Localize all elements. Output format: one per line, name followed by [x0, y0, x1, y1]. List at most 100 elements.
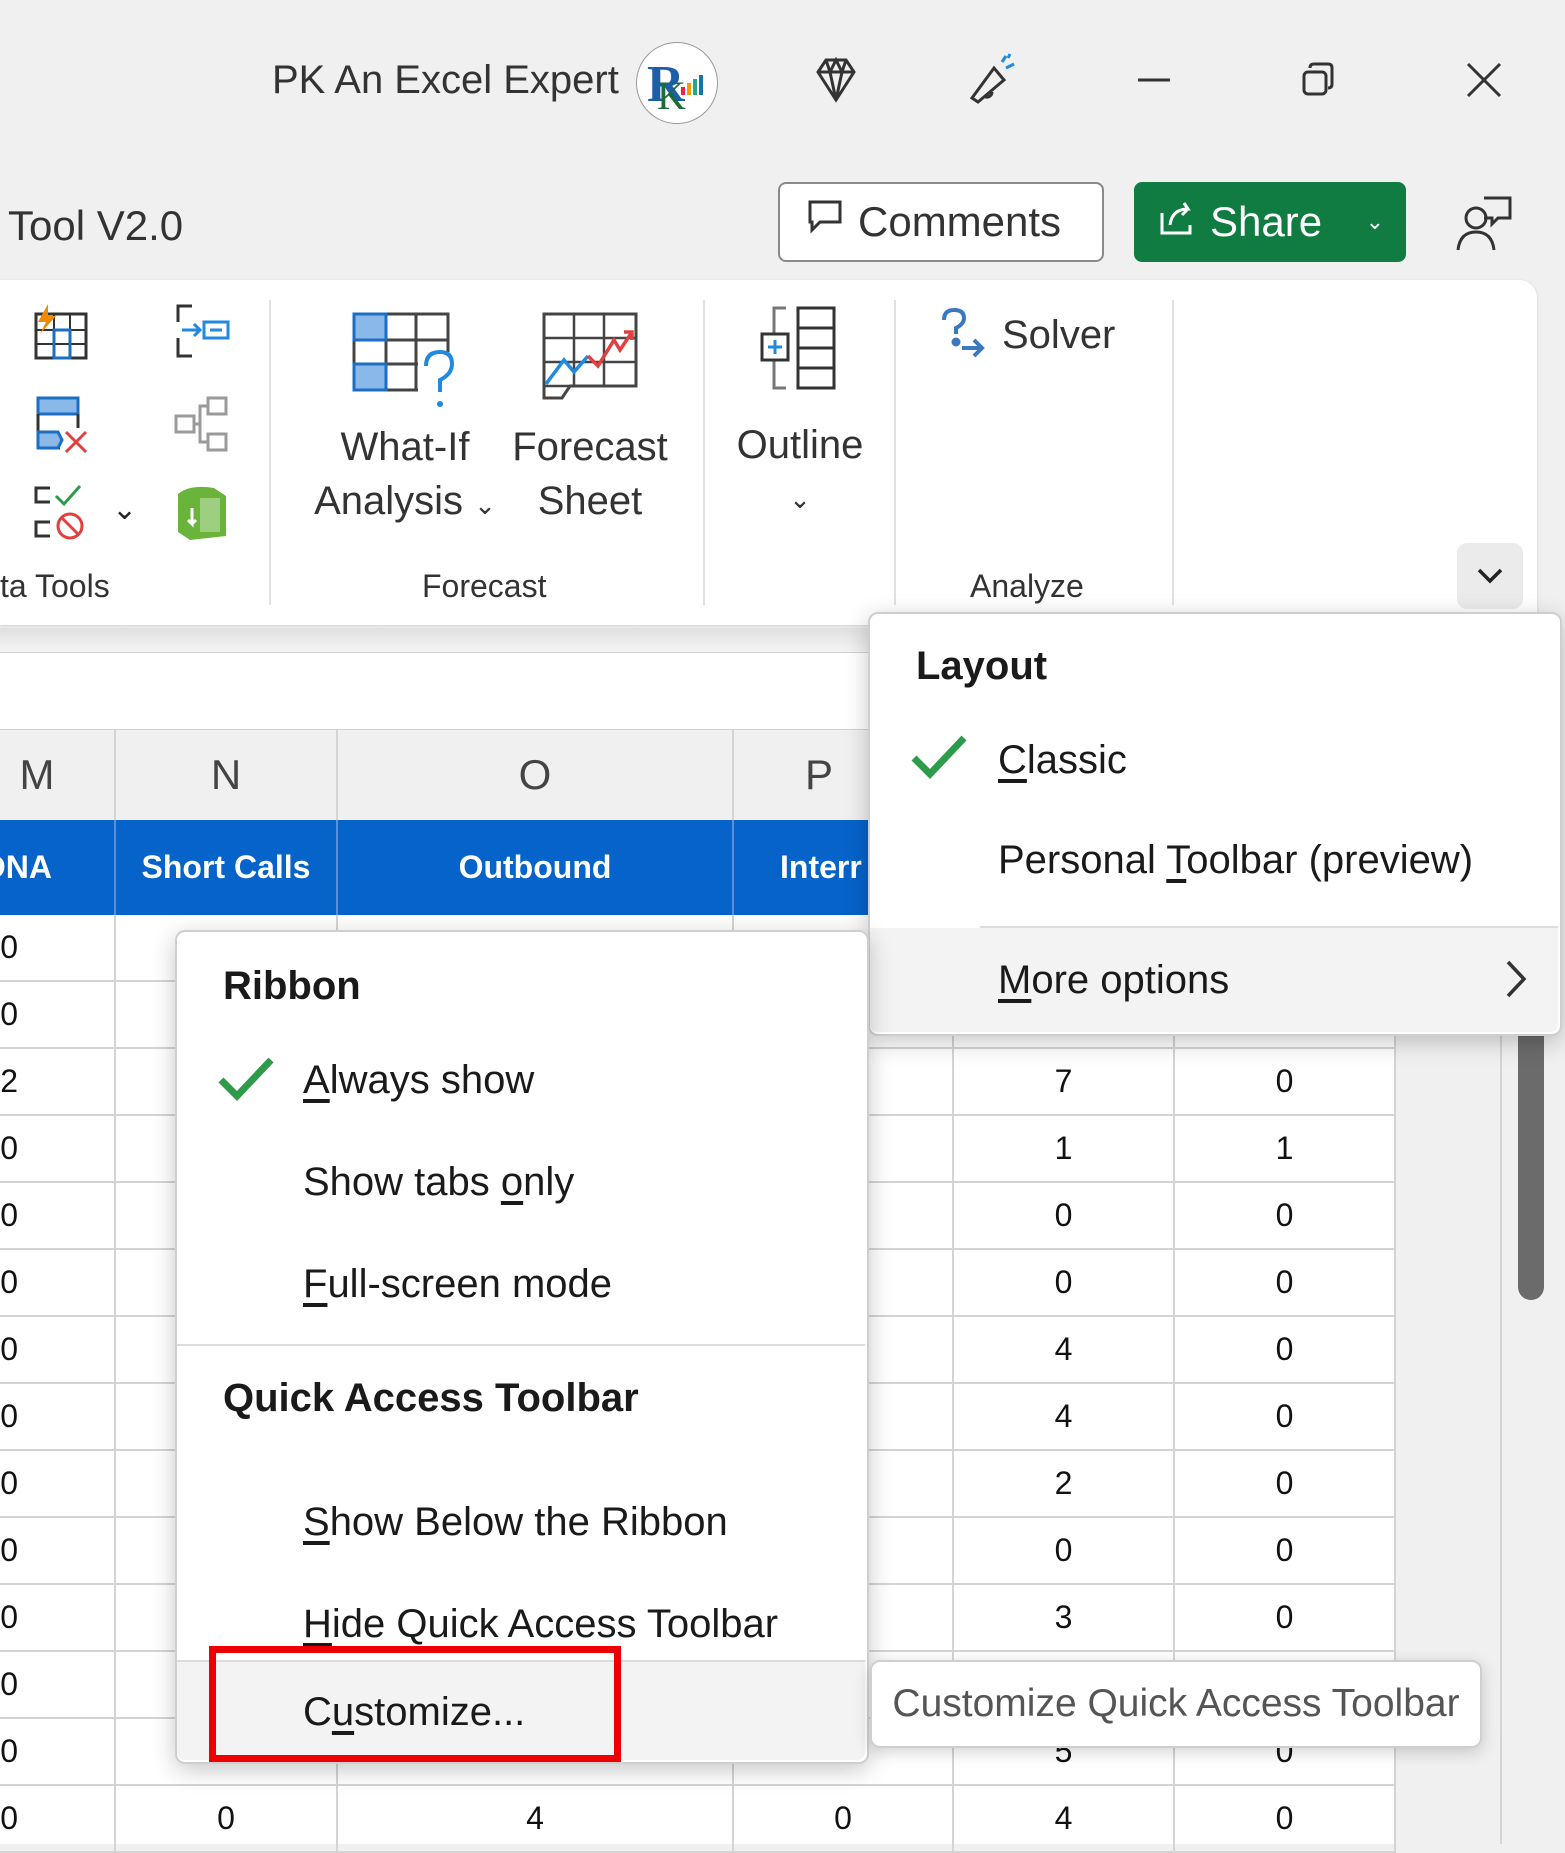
menu-item-label: Full-screen mode [303, 1262, 613, 1306]
outline-icon[interactable] [756, 304, 842, 396]
layout-menu-heading: Layout [916, 644, 1048, 688]
chevron-right-icon [1506, 960, 1527, 998]
highlight-annotation [209, 1646, 621, 1762]
layout-menu: Layout Classic Personal Toolbar (preview… [868, 612, 1562, 1036]
menu-item-label: Show tabs only [303, 1160, 575, 1204]
minimize-icon[interactable] [1124, 50, 1184, 110]
qat-menu-heading: Quick Access Toolbar [223, 1376, 639, 1420]
cell-value[interactable]: 0 [116, 1786, 338, 1853]
cell-value[interactable]: 7 [954, 1049, 1175, 1116]
what-if-label-line1: What-If [340, 425, 470, 469]
manage-data-model-icon[interactable] [170, 480, 234, 544]
cell-value[interactable]: 0 [954, 1183, 1175, 1250]
cell-value[interactable]: 0 [1175, 1518, 1396, 1585]
checkmark-icon [911, 735, 967, 780]
relationships-icon[interactable] [170, 392, 234, 456]
flash-fill-icon[interactable] [30, 300, 94, 364]
cell-m[interactable]: 0 [0, 1518, 116, 1585]
cell-m[interactable]: 0 [0, 1183, 116, 1250]
cell-value[interactable]: 3 [954, 1585, 1175, 1652]
column-header-m[interactable]: M [0, 730, 116, 820]
remove-duplicates-icon[interactable] [30, 392, 94, 456]
chevron-down-icon[interactable]: ⌄ [1366, 209, 1384, 235]
cell-value[interactable]: 0 [1175, 1384, 1396, 1451]
cell-value[interactable]: 0 [1175, 1317, 1396, 1384]
comments-button[interactable]: Comments [778, 182, 1104, 262]
cell-value[interactable]: 0 [1175, 1786, 1396, 1853]
cell-value[interactable]: 0 [954, 1518, 1175, 1585]
cell-value[interactable]: 1 [1175, 1116, 1396, 1183]
cell-value[interactable]: 0 [954, 1250, 1175, 1317]
chevron-down-icon: ⌄ [789, 484, 811, 514]
cell-value[interactable]: 4 [954, 1786, 1175, 1853]
column-header-n[interactable]: N [116, 730, 338, 820]
comment-icon [806, 198, 844, 246]
text-to-columns-icon[interactable] [170, 300, 234, 364]
cell-value[interactable]: 0 [1175, 1451, 1396, 1518]
menu-item-personal-toolbar[interactable]: Personal Toolbar (preview) [870, 810, 1560, 906]
data-validation-dropdown-chevron-icon[interactable]: ⌄ [112, 492, 137, 527]
outline-button[interactable]: Outline ⌄ [720, 418, 880, 526]
formula-bar[interactable] [0, 652, 868, 730]
cell-value[interactable]: 0 [734, 1786, 954, 1853]
cell-value[interactable]: 1 [954, 1116, 1175, 1183]
menu-item-more-options[interactable]: More options [870, 928, 1558, 1032]
cell-m[interactable]: 0 [0, 1585, 116, 1652]
menu-item-show-tabs-only[interactable]: Show tabs only [177, 1130, 867, 1230]
solver-button[interactable]: Solver [938, 307, 1115, 363]
analyze-group-label: Analyze [970, 568, 1084, 604]
menu-item-label: Classic [998, 738, 1127, 782]
what-if-analysis-button[interactable]: What-If Analysis ⌄ [300, 420, 510, 532]
table-header-interr[interactable]: Interr [734, 820, 868, 915]
cell-m[interactable]: 0 [0, 982, 116, 1049]
cell-m[interactable]: 0 [0, 1786, 116, 1853]
account-avatar[interactable]: R K [636, 42, 718, 124]
menu-item-full-screen-mode[interactable]: Full-screen mode [177, 1230, 867, 1330]
chevron-down-icon [1477, 568, 1503, 584]
cell-m[interactable]: 2 [0, 1049, 116, 1116]
cell-m[interactable]: 0 [0, 1451, 116, 1518]
ribbon-display-options-button[interactable] [1457, 543, 1523, 609]
table-header-dna[interactable]: DNA [0, 820, 116, 915]
cell-value[interactable]: 0 [1175, 1585, 1396, 1652]
cell-value[interactable]: 4 [954, 1317, 1175, 1384]
forecast-sheet-button[interactable]: Forecast Sheet [505, 420, 675, 528]
megaphone-feedback-icon[interactable] [962, 50, 1022, 110]
cell-value[interactable]: 0 [1175, 1250, 1396, 1317]
close-icon[interactable] [1454, 50, 1514, 110]
forecast-group-label: Forecast [422, 568, 547, 604]
menu-item-label: More options [998, 958, 1230, 1002]
cell-m[interactable]: 0 [0, 1719, 116, 1786]
cell-value[interactable]: 0 [1175, 1183, 1396, 1250]
menu-item-show-below-ribbon[interactable]: Show Below the Ribbon [177, 1472, 867, 1572]
restore-icon[interactable] [1288, 50, 1348, 110]
menu-item-always-show[interactable]: Always show [177, 1030, 867, 1130]
ribbon-menu-heading: Ribbon [223, 964, 361, 1008]
share-label: Share [1210, 198, 1323, 245]
cell-m[interactable]: 0 [0, 1652, 116, 1719]
cell-value[interactable]: 4 [954, 1384, 1175, 1451]
menu-item-classic[interactable]: Classic [870, 712, 1560, 808]
forecast-sheet-label-line1: Forecast [512, 425, 668, 469]
account-name[interactable]: PK An Excel Expert [272, 58, 619, 103]
table-header-short-calls[interactable]: Short Calls [116, 820, 338, 915]
column-header-o[interactable]: O [338, 730, 734, 820]
cell-value[interactable]: 4 [338, 1786, 734, 1853]
cell-m[interactable]: 0 [0, 1384, 116, 1451]
ribbon-display-menu: Ribbon Always show Show tabs only Full-s… [175, 930, 869, 1764]
cell-value[interactable]: 2 [954, 1451, 1175, 1518]
table-header-outbound[interactable]: Outbound [338, 820, 734, 915]
cell-m[interactable]: 0 [0, 1116, 116, 1183]
share-icon [1158, 197, 1198, 247]
what-if-analysis-icon[interactable] [352, 312, 462, 416]
share-button[interactable]: Share ⌄ [1134, 182, 1406, 262]
coauthoring-icon[interactable] [1452, 192, 1516, 256]
cell-m[interactable]: 0 [0, 1317, 116, 1384]
cell-m[interactable]: 0 [0, 1250, 116, 1317]
cell-m[interactable]: 0 [0, 915, 116, 982]
scrollbar-thumb[interactable] [1518, 1000, 1544, 1300]
diamond-premium-icon[interactable] [806, 50, 866, 110]
forecast-sheet-icon[interactable] [540, 310, 640, 402]
data-validation-icon[interactable] [30, 480, 94, 544]
cell-value[interactable]: 0 [1175, 1049, 1396, 1116]
